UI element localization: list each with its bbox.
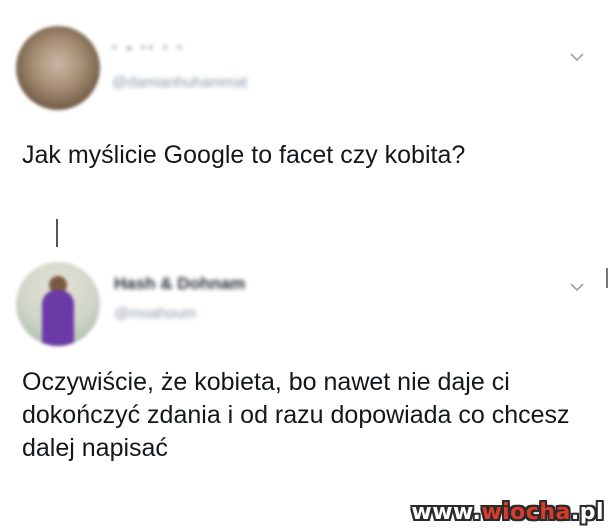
tweet-original: · - ·· · · @damianhuhammat Jak myślicie … — [0, 0, 610, 215]
divider — [606, 268, 608, 288]
watermark-prefix: www. — [411, 500, 482, 525]
tweet-text: Jak myślicie Google to facet czy kobita? — [22, 141, 466, 169]
tweet-text: Oczywiście, że kobieta, bo nawet nie daj… — [22, 368, 570, 462]
chevron-down-icon[interactable] — [570, 282, 584, 292]
watermark-brand: wiocha — [481, 500, 571, 525]
watermark-suffix: .pl — [570, 500, 604, 525]
avatar[interactable] — [16, 26, 100, 110]
author-handle[interactable]: @moahoum — [114, 305, 196, 322]
chevron-down-icon[interactable] — [570, 52, 584, 62]
author-name[interactable]: Hash & Dohnam — [114, 274, 245, 294]
author-handle[interactable]: @damianhuhammat — [112, 74, 247, 91]
avatar[interactable] — [16, 262, 100, 346]
watermark: www.wiocha.pl — [411, 500, 604, 525]
author-name[interactable]: · - ·· · · — [112, 38, 185, 58]
